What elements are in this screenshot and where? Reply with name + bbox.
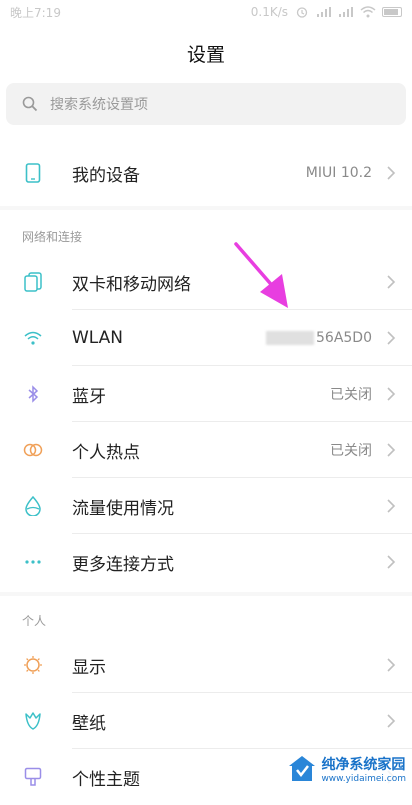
wallpaper-icon <box>22 710 44 732</box>
hotspot-icon <box>22 439 44 461</box>
watermark-url: www.yidaimei.com <box>321 774 406 784</box>
page-title: 设置 <box>186 44 225 66</box>
network-speed: 0.1K/s <box>250 5 288 19</box>
device-row[interactable]: 我的设备 MIUI 10.2 <box>0 145 412 201</box>
chevron-right-icon <box>387 443 396 457</box>
chevron-right-icon <box>387 555 396 569</box>
search-icon <box>22 96 38 112</box>
sidebar-item-wallpaper[interactable]: 壁纸 <box>0 693 412 749</box>
sidebar-item-data-usage[interactable]: 流量使用情况 <box>0 478 412 534</box>
status-bar: 晚上7:19 0.1K/s <box>0 0 412 24</box>
sidebar-item-more-connections[interactable]: 更多连接方式 <box>0 534 412 590</box>
row-label: 更多连接方式 <box>72 554 174 575</box>
section-separator <box>0 592 412 596</box>
row-label: 壁纸 <box>72 713 106 734</box>
annotation-arrow-icon <box>234 242 288 308</box>
section-label-network: 网络和连接 <box>22 230 83 244</box>
row-label: 双卡和移动网络 <box>72 274 191 295</box>
row-label: 显示 <box>72 657 106 678</box>
sidebar-item-bluetooth[interactable]: 蓝牙 已关闭 <box>0 366 412 422</box>
search-placeholder: 搜索系统设置项 <box>50 97 148 113</box>
chevron-right-icon <box>387 658 396 672</box>
section-separator <box>0 206 412 210</box>
chevron-right-icon <box>387 166 396 180</box>
watermark-logo-icon <box>289 756 316 781</box>
battery-icon <box>382 7 402 17</box>
wifi-icon <box>22 327 44 349</box>
sidebar-item-hotspot[interactable]: 个人热点 已关闭 <box>0 422 412 478</box>
watermark: 纯净系统家园 www.yidaimei.com <box>287 754 406 784</box>
chevron-right-icon <box>387 331 396 345</box>
row-label: WLAN <box>72 328 124 348</box>
redacted-text <box>266 331 314 345</box>
status-icons: 0.1K/s <box>251 5 402 19</box>
watermark-name: 纯净系统家园 <box>321 757 406 773</box>
device-label: 我的设备 <box>72 165 140 186</box>
wlan-network-name: 56A5D0 <box>266 330 372 346</box>
sidebar-item-wlan[interactable]: WLAN 56A5D0 <box>0 310 412 366</box>
status-time: 晚上7:19 <box>10 5 61 20</box>
device-value: MIUI 10.2 <box>305 165 372 181</box>
chevron-right-icon <box>387 714 396 728</box>
theme-icon <box>22 766 44 788</box>
chevron-right-icon <box>387 275 396 289</box>
bluetooth-icon <box>22 383 44 405</box>
alarm-icon <box>296 7 308 18</box>
wlan-ssid: 56A5D0 <box>316 330 372 346</box>
chevron-right-icon <box>387 387 396 401</box>
watermark-text: 纯净系统家园 www.yidaimei.com <box>321 754 406 784</box>
phone-icon <box>22 162 44 184</box>
section-label-personal: 个人 <box>22 614 47 628</box>
display-icon <box>22 654 44 676</box>
signal-icon-2 <box>339 7 353 17</box>
sim-card-icon <box>22 271 44 293</box>
signal-icon-1 <box>317 7 331 17</box>
wifi-status-icon <box>360 6 376 18</box>
row-label: 蓝牙 <box>72 386 106 407</box>
sidebar-item-dual-sim[interactable]: 双卡和移动网络 <box>0 254 412 310</box>
sidebar-item-display[interactable]: 显示 <box>0 637 412 693</box>
row-label: 流量使用情况 <box>72 498 174 519</box>
search-bar[interactable]: 搜索系统设置项 <box>6 83 406 125</box>
data-usage-icon <box>22 495 44 517</box>
chevron-right-icon <box>387 499 396 513</box>
row-value: 已关闭 <box>330 387 372 403</box>
row-value: 已关闭 <box>330 443 372 459</box>
row-label: 个人热点 <box>72 442 140 463</box>
more-dots-icon <box>22 551 44 573</box>
